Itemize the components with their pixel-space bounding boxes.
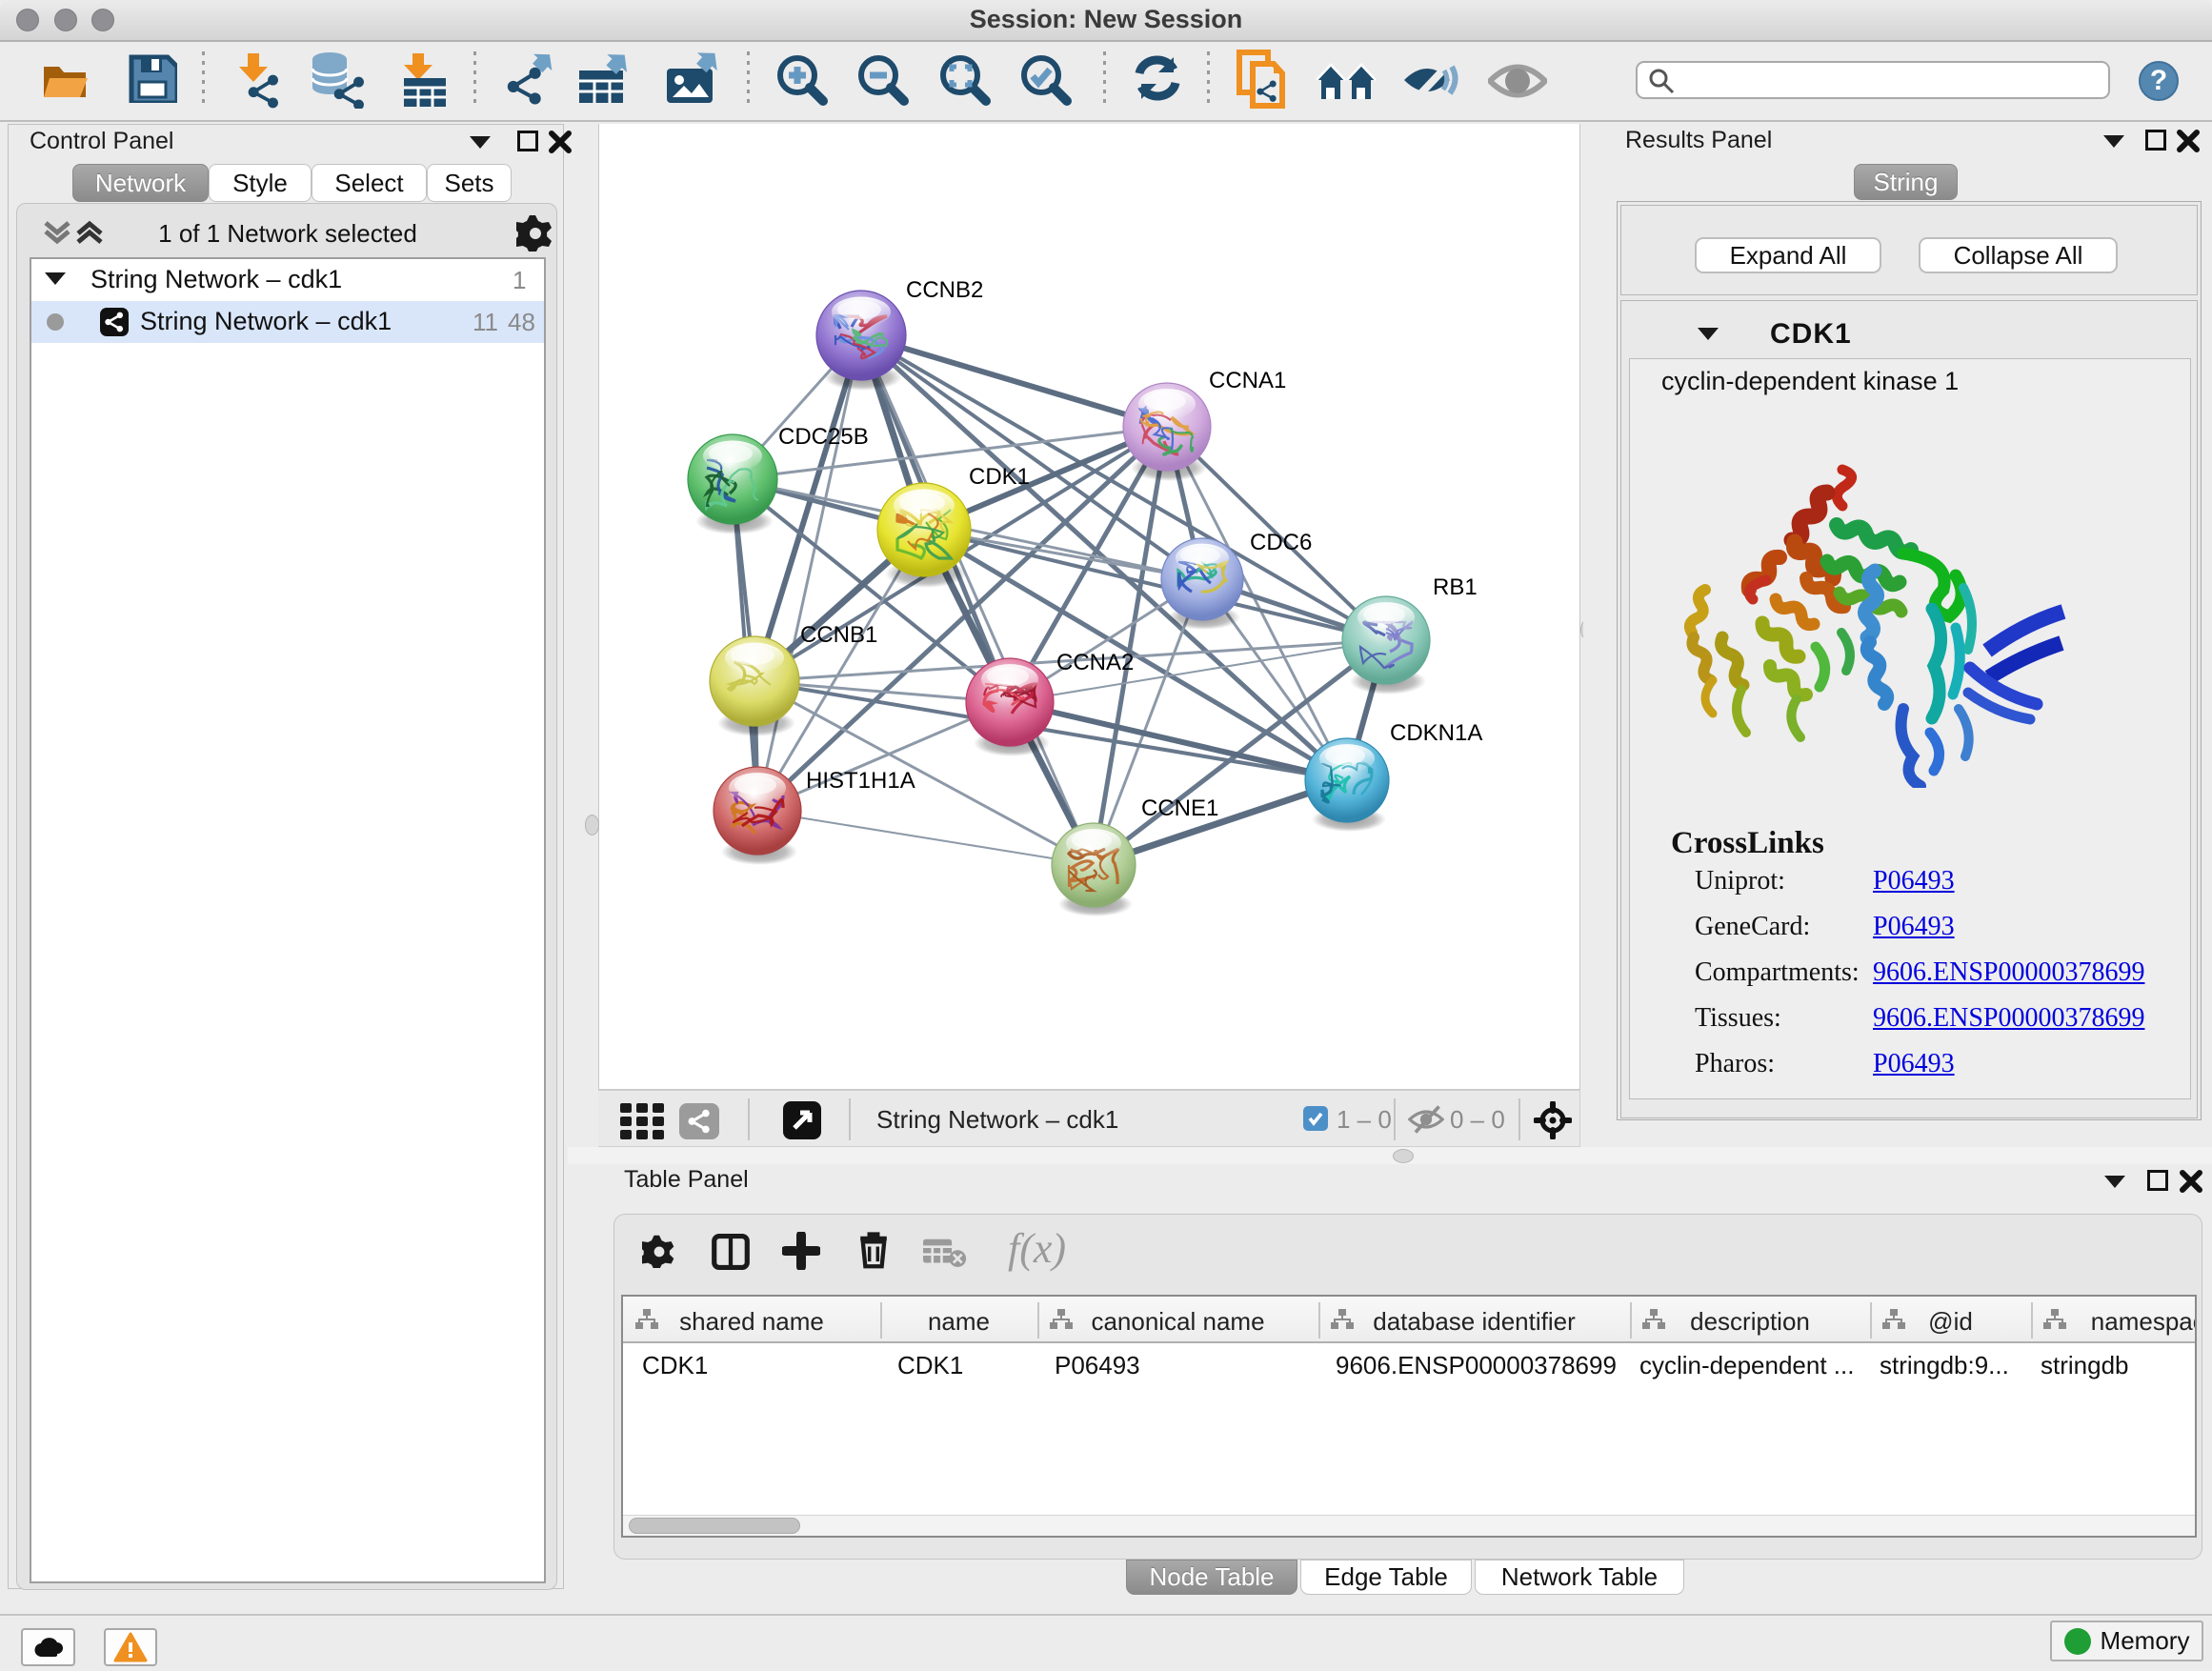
svg-text:CCNE1: CCNE1 [1141,795,1218,821]
svg-text:HIST1H1A: HIST1H1A [806,768,915,794]
svg-text:CDC6: CDC6 [1250,530,1312,555]
svg-text:CDK1: CDK1 [969,464,1030,490]
svg-text:CCNB1: CCNB1 [800,622,877,648]
svg-text:CDC25B: CDC25B [778,424,869,450]
svg-text:CCNA2: CCNA2 [1056,650,1134,675]
svg-text:CDKN1A: CDKN1A [1390,720,1482,746]
svg-text:RB1: RB1 [1433,574,1478,600]
svg-text:CCNB2: CCNB2 [906,277,983,303]
svg-text:CCNA1: CCNA1 [1209,368,1286,393]
